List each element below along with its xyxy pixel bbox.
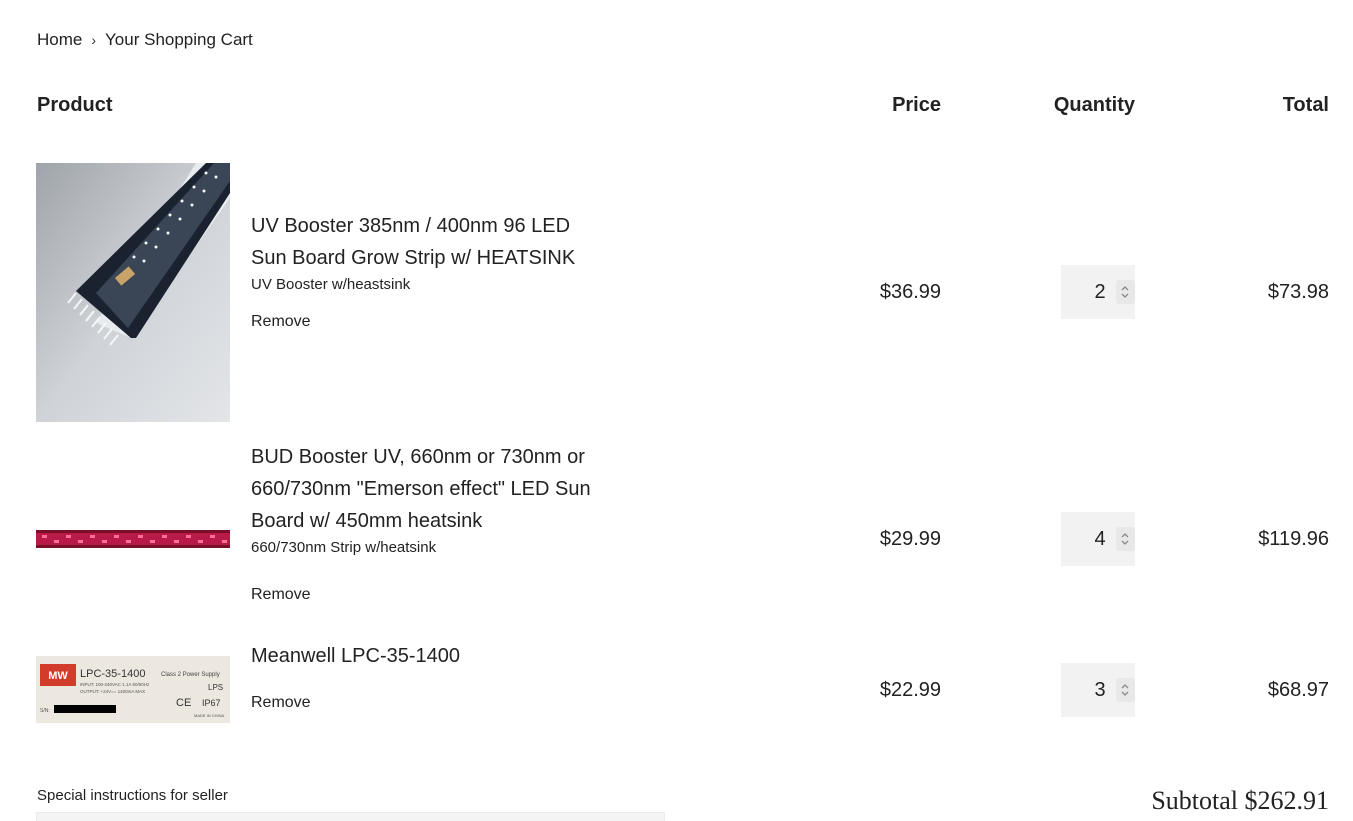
subtotal: Subtotal $262.91 — [1151, 786, 1329, 816]
quantity-value[interactable]: 4 — [1061, 528, 1110, 551]
cart-item-info: Meanwell LPC-35-1400 Remove — [251, 640, 611, 712]
led-strip-white-photo-icon — [36, 163, 230, 422]
product-title[interactable]: UV Booster 385nm / 400nm 96 LED Sun Boar… — [251, 210, 611, 274]
spinner-arrows-icon[interactable] — [1115, 678, 1135, 702]
remove-button[interactable]: Remove — [251, 694, 611, 712]
quantity-value[interactable]: 2 — [1061, 281, 1110, 304]
special-instructions-label: Special instructions for seller — [37, 787, 228, 804]
chevron-right-icon: › — [91, 32, 97, 48]
cart-item-info: BUD Booster UV, 660nm or 730nm or 660/73… — [251, 441, 611, 604]
product-title[interactable]: Meanwell LPC-35-1400 — [251, 640, 611, 672]
remove-button[interactable]: Remove — [251, 313, 611, 331]
power-supply-label-photo-icon: MW LPC-35-1400 Class 2 Power Supply INPU… — [36, 656, 230, 723]
svg-text:Class 2 Power Supply: Class 2 Power Supply — [161, 672, 220, 678]
svg-text:LPC-35-1400: LPC-35-1400 — [80, 668, 145, 680]
header-total: Total — [1282, 94, 1329, 116]
breadcrumb-home-link[interactable]: Home — [37, 30, 82, 50]
breadcrumb-current: Your Shopping Cart — [105, 30, 253, 49]
item-price: $22.99 — [879, 679, 941, 701]
svg-text:MW: MW — [48, 670, 68, 682]
svg-text:S/N:: S/N: — [40, 708, 50, 714]
product-variant: 660/730nm Strip w/heatsink — [251, 539, 437, 556]
product-title[interactable]: BUD Booster UV, 660nm or 730nm or 660/73… — [251, 441, 611, 537]
spinner-arrows-icon[interactable] — [1115, 527, 1135, 551]
product-image-uv-booster[interactable] — [36, 163, 230, 422]
quantity-value[interactable]: 3 — [1061, 679, 1110, 702]
svg-text:LPS: LPS — [208, 683, 223, 692]
product-image-bud-booster[interactable] — [36, 530, 230, 548]
product-variant: UV Booster w/heastsink — [251, 276, 411, 293]
item-price: $29.99 — [879, 528, 941, 550]
subtotal-label: Subtotal — [1151, 786, 1238, 815]
special-instructions-textarea[interactable] — [36, 812, 665, 821]
quantity-stepper[interactable]: 3 — [1061, 663, 1135, 717]
item-total: $68.97 — [1267, 679, 1329, 701]
header-price: Price — [892, 94, 941, 116]
svg-text:MADE IN CHINA: MADE IN CHINA — [194, 713, 225, 718]
svg-text:CE: CE — [176, 697, 191, 709]
breadcrumb: Home › Your Shopping Cart — [37, 30, 253, 50]
cart-page: Home › Your Shopping Cart Product Price … — [0, 0, 1353, 821]
led-strip-red-photo-icon — [36, 530, 230, 548]
quantity-stepper[interactable]: 4 — [1061, 512, 1135, 566]
spinner-arrows-icon[interactable] — [1115, 280, 1135, 304]
header-product: Product — [37, 94, 113, 116]
cart-item-info: UV Booster 385nm / 400nm 96 LED Sun Boar… — [251, 210, 611, 331]
svg-text:OUTPUT: +24V== 1400mA MAX: OUTPUT: +24V== 1400mA MAX — [80, 689, 145, 694]
svg-text:INPUT: 100-240VAC 1.1A 50/60Hz: INPUT: 100-240VAC 1.1A 50/60Hz — [80, 682, 150, 687]
remove-button[interactable]: Remove — [251, 586, 611, 604]
item-total: $119.96 — [1258, 528, 1329, 550]
header-quantity: Quantity — [1053, 94, 1135, 116]
product-image-meanwell[interactable]: MW LPC-35-1400 Class 2 Power Supply INPU… — [36, 656, 230, 723]
item-total: $73.98 — [1267, 281, 1329, 303]
subtotal-value: $262.91 — [1244, 786, 1330, 815]
quantity-stepper[interactable]: 2 — [1061, 265, 1135, 319]
item-price: $36.99 — [879, 281, 941, 303]
svg-text:IP67: IP67 — [202, 698, 221, 708]
